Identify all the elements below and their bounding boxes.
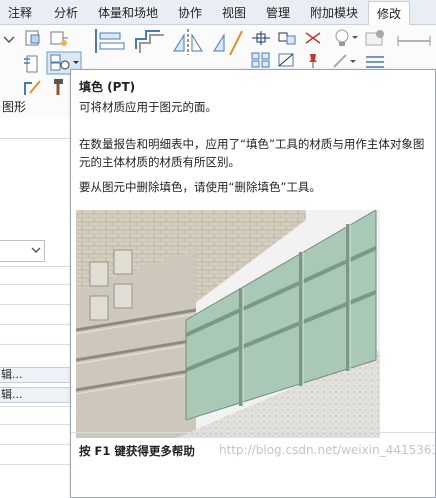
delete-icon[interactable] [302, 29, 324, 47]
tab-analyze[interactable]: 分析 [54, 4, 78, 21]
divider [0, 324, 74, 325]
mirror-pick-axis-icon[interactable] [170, 27, 206, 57]
tooltip-description: 可将材质应用于图元的面。 [79, 100, 217, 114]
mirror-draw-axis-icon[interactable] [210, 27, 246, 57]
pin-icon[interactable] [302, 51, 324, 69]
divider [0, 464, 74, 465]
dropdown-icon[interactable] [0, 30, 18, 48]
align-icon[interactable] [92, 27, 128, 57]
type-selector-dropdown[interactable] [0, 240, 45, 262]
light-bulb-icon[interactable] [330, 27, 358, 49]
divider [0, 304, 74, 305]
tooltip-title: 填色 (PT) [79, 80, 136, 94]
tooltip-separator [71, 432, 435, 433]
create-group-icon[interactable] [362, 27, 388, 49]
divider [0, 138, 74, 139]
divider [0, 284, 74, 285]
array-icon[interactable] [250, 51, 272, 69]
divider [0, 266, 74, 267]
split-face-icon[interactable] [22, 53, 44, 75]
move-icon[interactable] [250, 29, 272, 47]
edit-button[interactable]: 辑... [0, 387, 72, 403]
scale-icon[interactable] [276, 51, 298, 69]
offset-icon[interactable] [132, 27, 168, 57]
wall-joins-icon[interactable] [22, 77, 44, 99]
tab-modify[interactable]: 修改 [368, 1, 411, 27]
divider [0, 424, 74, 425]
cut-geometry-icon[interactable] [22, 27, 44, 49]
tab-manage[interactable]: 管理 [266, 4, 290, 21]
tab-addins[interactable]: 附加模块 [310, 4, 358, 21]
edit-button[interactable]: 辑... [0, 367, 72, 383]
tooltip-paragraph: 要从图元中删除填色，请使用“删除填色”工具。 [79, 180, 321, 194]
tab-massing-site[interactable]: 体量和场地 [98, 4, 158, 21]
paint-tooltip: 填色 (PT) 可将材质应用于图元的面。 在数量报告和明细表中，应用了“填色”工… [70, 69, 436, 498]
panel-label-graphics: 图形 [2, 100, 27, 114]
demolish-hammer-icon[interactable] [48, 75, 70, 97]
divider [0, 406, 74, 407]
properties-palette: 辑... 辑... [0, 118, 74, 498]
tab-view[interactable]: 视图 [222, 4, 246, 21]
copy-icon[interactable] [276, 29, 298, 47]
watermark-text: http://blog.csdn.net/weixin_44153630 [219, 443, 436, 457]
join-geometry-icon[interactable] [48, 27, 70, 49]
measure-icon[interactable] [396, 33, 432, 49]
ribbon-tab-bar: 注释 分析 体量和场地 协作 视图 管理 附加模块 修改 [0, 0, 436, 27]
chevron-down-icon [31, 247, 41, 253]
tooltip-paragraph: 在数量报告和明细表中，应用了“填色”工具的材质与用作主体对象图元的主体材质的材质… [79, 137, 425, 169]
paint-preview-image [76, 210, 380, 438]
tab-collaborate[interactable]: 协作 [178, 4, 202, 21]
divider [0, 344, 74, 345]
tooltip-help-text: 按 F1 键获得更多帮助 [79, 444, 195, 458]
divider [0, 444, 74, 445]
tab-annotate[interactable]: 注释 [8, 4, 32, 21]
